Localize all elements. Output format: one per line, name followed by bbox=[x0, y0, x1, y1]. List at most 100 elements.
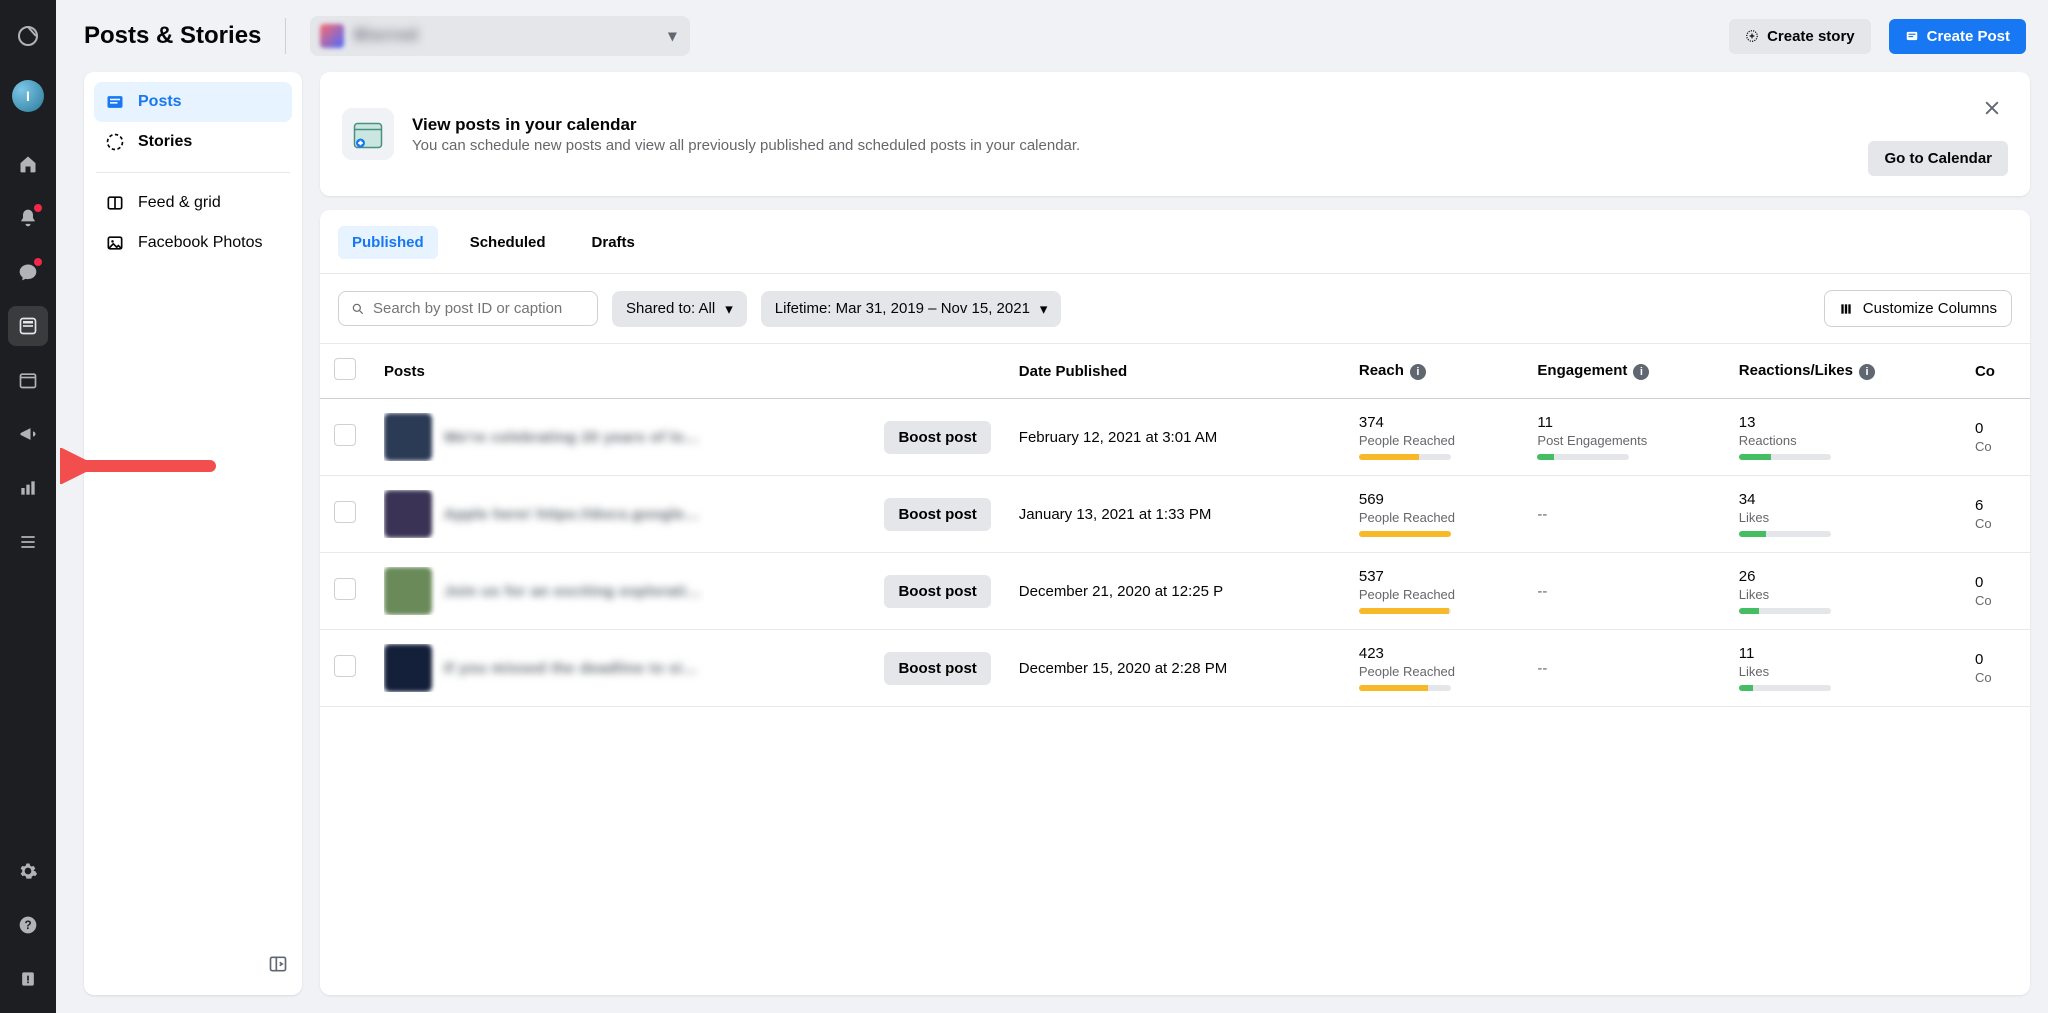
logo-icon[interactable] bbox=[8, 16, 48, 56]
tab-published[interactable]: Published bbox=[338, 226, 438, 259]
date-cell: January 13, 2021 at 1:33 PM bbox=[1005, 476, 1345, 553]
side-item-facebook-photos[interactable]: Facebook Photos bbox=[94, 223, 292, 263]
create-story-button[interactable]: Create story bbox=[1729, 19, 1871, 54]
report-problem-icon[interactable] bbox=[8, 959, 48, 999]
comments-value: 0 bbox=[1975, 574, 2016, 591]
comments-value: 0 bbox=[1975, 420, 2016, 437]
account-avatar[interactable]: I bbox=[12, 80, 44, 112]
account-selector[interactable]: Blurred ▾ bbox=[310, 16, 690, 56]
col-reach[interactable]: Reachi bbox=[1345, 344, 1524, 399]
table-row: Join us for an exciting explorative… Boo… bbox=[320, 553, 2030, 630]
boost-post-button[interactable]: Boost post bbox=[884, 652, 990, 685]
comments-metric: 0 Co bbox=[1975, 651, 2016, 685]
ads-icon[interactable] bbox=[8, 414, 48, 454]
posts-card: Published Scheduled Drafts Shared to: Al… bbox=[320, 210, 2030, 995]
react-value: 26 bbox=[1739, 568, 1947, 585]
tab-drafts[interactable]: Drafts bbox=[578, 226, 649, 259]
menu-icon[interactable] bbox=[8, 522, 48, 562]
engagement-metric: -- bbox=[1537, 506, 1710, 523]
reach-value: 374 bbox=[1359, 414, 1510, 431]
customize-columns-button[interactable]: Customize Columns bbox=[1824, 290, 2012, 327]
boost-post-button[interactable]: Boost post bbox=[884, 498, 990, 531]
engagement-metric: 11 Post Engagements bbox=[1537, 414, 1710, 460]
col-reactions[interactable]: Reactions/Likesi bbox=[1725, 344, 1961, 399]
row-checkbox[interactable] bbox=[334, 424, 356, 446]
messages-icon[interactable] bbox=[8, 252, 48, 292]
posts-icon[interactable] bbox=[8, 306, 48, 346]
post-icon bbox=[1905, 29, 1919, 43]
banner-text: View posts in your calendar You can sche… bbox=[412, 115, 1080, 154]
create-post-button[interactable]: Create Post bbox=[1889, 19, 2026, 54]
post-thumb bbox=[384, 644, 432, 692]
chevron-down-icon: ▾ bbox=[668, 26, 676, 46]
col-posts: Posts bbox=[370, 344, 870, 399]
post-thumb bbox=[384, 490, 432, 538]
collapse-panel-icon[interactable] bbox=[268, 954, 288, 979]
reactions-metric: 26 Likes bbox=[1739, 568, 1947, 614]
account-thumb bbox=[320, 24, 344, 48]
tab-label: Published bbox=[352, 234, 424, 251]
engagement-metric: -- bbox=[1537, 660, 1710, 677]
tab-scheduled[interactable]: Scheduled bbox=[456, 226, 560, 259]
side-item-stories[interactable]: Stories bbox=[94, 122, 292, 162]
info-icon: i bbox=[1859, 364, 1875, 380]
search-input[interactable] bbox=[373, 300, 585, 317]
banner-subtitle: You can schedule new posts and view all … bbox=[412, 137, 1080, 154]
create-story-label: Create story bbox=[1767, 28, 1855, 45]
table-row: We're celebrating 20 years of love… Boos… bbox=[320, 399, 2030, 476]
app-rail: I ? bbox=[0, 0, 56, 1013]
close-icon[interactable] bbox=[1976, 92, 2008, 129]
boost-post-button[interactable]: Boost post bbox=[884, 575, 990, 608]
side-item-feed-grid[interactable]: Feed & grid bbox=[94, 183, 292, 223]
comments-value: 6 bbox=[1975, 497, 2016, 514]
filters-row: Shared to: All ▾ Lifetime: Mar 31, 2019 … bbox=[320, 274, 2030, 343]
comments-label: Co bbox=[1975, 670, 2016, 685]
create-post-label: Create Post bbox=[1927, 28, 2010, 45]
react-label: Likes bbox=[1739, 510, 1947, 525]
row-checkbox[interactable] bbox=[334, 501, 356, 523]
react-value: 11 bbox=[1739, 645, 1947, 662]
row-checkbox[interactable] bbox=[334, 578, 356, 600]
tab-label: Drafts bbox=[592, 234, 635, 251]
post-caption: If you missed the deadline to sign… bbox=[444, 660, 704, 677]
banner-title: View posts in your calendar bbox=[412, 115, 1080, 135]
side-item-label: Posts bbox=[138, 93, 182, 111]
reach-label: People Reached bbox=[1359, 587, 1510, 602]
go-to-calendar-button[interactable]: Go to Calendar bbox=[1868, 141, 2008, 176]
col-date: Date Published bbox=[1005, 344, 1345, 399]
insights-icon[interactable] bbox=[8, 468, 48, 508]
select-all-checkbox[interactable] bbox=[334, 358, 356, 380]
table-wrap[interactable]: Posts Date Published Reachi Engagementi … bbox=[320, 343, 2030, 995]
post-thumb bbox=[384, 413, 432, 461]
date-range-label: Lifetime: Mar 31, 2019 – Nov 15, 2021 bbox=[775, 300, 1030, 317]
engagement-metric: -- bbox=[1537, 583, 1710, 600]
card-tabs: Published Scheduled Drafts bbox=[320, 210, 2030, 274]
main-area: Posts & Stories Blurred ▾ Create story C… bbox=[56, 0, 2048, 1013]
customize-columns-label: Customize Columns bbox=[1863, 300, 1997, 317]
comments-metric: 0 Co bbox=[1975, 574, 2016, 608]
table-row: If you missed the deadline to sign… Boos… bbox=[320, 630, 2030, 707]
calendar-icon[interactable] bbox=[8, 360, 48, 400]
reactions-metric: 11 Likes bbox=[1739, 645, 1947, 691]
search-icon bbox=[351, 302, 365, 316]
shared-to-filter[interactable]: Shared to: All ▾ bbox=[612, 291, 747, 327]
col-engagement[interactable]: Engagementi bbox=[1523, 344, 1724, 399]
side-item-label: Facebook Photos bbox=[138, 234, 263, 252]
grid-icon bbox=[104, 193, 126, 213]
home-icon[interactable] bbox=[8, 144, 48, 184]
side-item-posts[interactable]: Posts bbox=[94, 82, 292, 122]
engagement-value: 11 bbox=[1537, 414, 1710, 431]
settings-icon[interactable] bbox=[8, 851, 48, 891]
help-icon[interactable]: ? bbox=[8, 905, 48, 945]
boost-post-button[interactable]: Boost post bbox=[884, 421, 990, 454]
notifications-icon[interactable] bbox=[8, 198, 48, 238]
row-checkbox[interactable] bbox=[334, 655, 356, 677]
reach-value: 537 bbox=[1359, 568, 1510, 585]
page-title: Posts & Stories bbox=[84, 22, 261, 50]
reach-label: People Reached bbox=[1359, 664, 1510, 679]
date-range-filter[interactable]: Lifetime: Mar 31, 2019 – Nov 15, 2021 ▾ bbox=[761, 291, 1062, 327]
photos-icon bbox=[104, 233, 126, 253]
search-input-wrap[interactable] bbox=[338, 291, 598, 326]
reach-value: 569 bbox=[1359, 491, 1510, 508]
engagement-label: Post Engagements bbox=[1537, 433, 1710, 448]
